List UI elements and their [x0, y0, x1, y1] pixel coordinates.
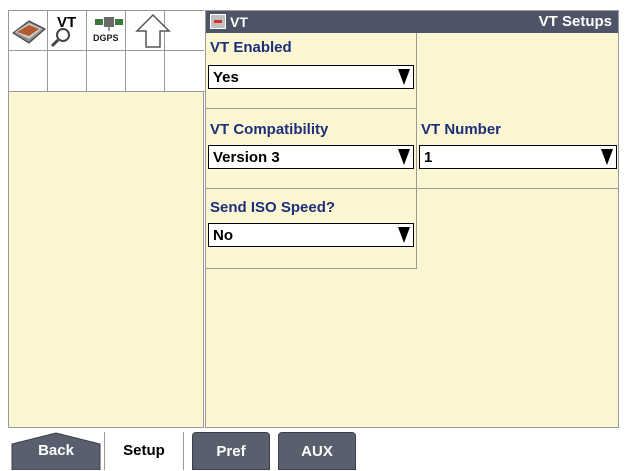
page-title: VT Setups	[538, 13, 612, 30]
vt-compatibility-value: Version 3	[213, 149, 280, 166]
grid-cell	[48, 51, 87, 91]
vt-app-icon	[210, 14, 226, 29]
vt-enabled-dropdown[interactable]: Yes	[208, 65, 414, 89]
vt-compatibility-label: VT Compatibility	[210, 121, 329, 138]
tab-aux[interactable]: AUX	[278, 432, 356, 470]
send-iso-speed-setting: Send ISO Speed? No	[206, 189, 417, 269]
vt-compatibility-setting: VT Compatibility Version 3	[206, 109, 417, 189]
dgps-icon[interactable]: DGPS	[91, 13, 131, 49]
vt-enabled-setting: VT Enabled Yes	[206, 33, 417, 109]
left-panel: VT DGPS	[8, 10, 205, 428]
vt-icon-label: VT	[57, 14, 76, 31]
dropdown-arrow-icon	[397, 226, 411, 244]
send-iso-speed-dropdown[interactable]: No	[208, 223, 414, 247]
grid-cell	[126, 51, 165, 91]
grid-cell	[165, 51, 204, 91]
vt-magnify-icon[interactable]: VT	[49, 13, 89, 49]
back-label: Back	[38, 442, 74, 459]
book-icon[interactable]	[11, 15, 47, 47]
dropdown-arrow-icon	[397, 148, 411, 166]
vt-number-setting: VT Number 1	[417, 109, 618, 189]
title-bar: VT VT Setups	[206, 11, 618, 33]
vt-number-label: VT Number	[421, 121, 502, 138]
screen-frame: VT DGPS VT VT Setups VT Enabled Yes VT C…	[0, 0, 626, 470]
grid-cell	[87, 51, 126, 91]
grid-cell	[9, 51, 48, 91]
title-app-label: VT	[230, 14, 248, 30]
tab-pref[interactable]: Pref	[192, 432, 270, 470]
tab-setup[interactable]: Setup	[104, 432, 184, 470]
vt-number-dropdown[interactable]: 1	[419, 145, 617, 169]
dropdown-arrow-icon	[397, 68, 411, 86]
send-iso-speed-value: No	[213, 227, 233, 244]
vt-enabled-value: Yes	[213, 69, 239, 86]
vt-number-value: 1	[424, 149, 433, 166]
icon-grid: VT DGPS	[9, 11, 205, 92]
back-button[interactable]: Back	[10, 432, 102, 470]
vt-setups-panel: VT VT Setups VT Enabled Yes VT Compatibi…	[205, 10, 619, 428]
dropdown-arrow-icon	[600, 148, 614, 166]
dgps-icon-label: DGPS	[93, 33, 119, 43]
up-arrow-icon[interactable]	[135, 13, 171, 49]
send-iso-speed-label: Send ISO Speed?	[210, 199, 336, 216]
vt-enabled-label: VT Enabled	[210, 39, 292, 56]
vt-compatibility-dropdown[interactable]: Version 3	[208, 145, 414, 169]
